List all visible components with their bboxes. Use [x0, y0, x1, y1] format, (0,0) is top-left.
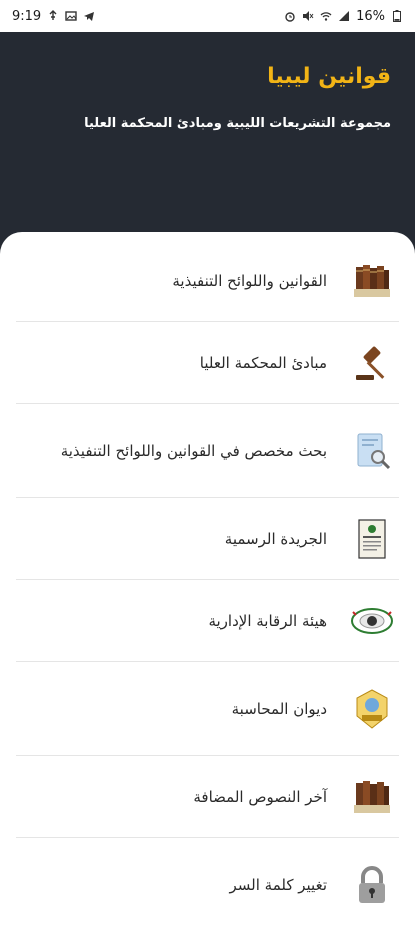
image-icon: [65, 10, 77, 22]
app-subtitle: مجموعة التشريعات الليبية ومبادئ المحكمة …: [84, 116, 391, 131]
alarm-icon: [284, 10, 296, 22]
document-search-icon: [349, 428, 395, 474]
menu-item-label: ديوان المحاسبة: [231, 699, 327, 718]
menu-item-laws[interactable]: القوانين واللوائح التنفيذية: [16, 240, 399, 322]
audit-bureau-emblem-icon: [349, 686, 395, 732]
menu-item-supreme-court[interactable]: مبادئ المحكمة العليا: [16, 322, 399, 404]
battery-icon: [391, 10, 403, 22]
administrative-control-emblem-icon: [349, 598, 395, 644]
menu-item-label: الجريدة الرسمية: [224, 529, 327, 548]
mute-icon: [302, 10, 314, 22]
recent-texts-books-icon: [349, 774, 395, 820]
menu-item-change-password[interactable]: تغيير كلمة السر: [16, 838, 399, 932]
menu-item-label: القوانين واللوائح التنفيذية: [172, 271, 327, 290]
menu-item-audit-bureau[interactable]: ديوان المحاسبة: [16, 662, 399, 756]
app-title: قوانين ليبيا: [267, 64, 391, 89]
menu-item-label: تغيير كلمة السر: [229, 876, 328, 894]
usb-icon: [47, 10, 59, 22]
telegram-icon: [83, 10, 95, 22]
signal-icon: [338, 10, 350, 22]
menu-item-custom-search[interactable]: بحث مخصص في القوانين واللوائح التنفيذية: [16, 404, 399, 498]
menu-card: القوانين واللوائح التنفيذية مبادئ المحكم…: [0, 232, 415, 932]
menu-item-label: بحث مخصص في القوانين واللوائح التنفيذية: [60, 441, 327, 460]
wifi-icon: [320, 10, 332, 22]
battery-percent: 16%: [356, 8, 385, 24]
menu-item-administrative-control[interactable]: هيئة الرقابة الإدارية: [16, 580, 399, 662]
law-books-icon: [349, 258, 395, 304]
app-header: قوانين ليبيا مجموعة التشريعات الليبية وم…: [0, 32, 415, 252]
menu-item-label: مبادئ المحكمة العليا: [199, 353, 327, 372]
padlock-icon: [349, 862, 395, 908]
gavel-icon: [349, 340, 395, 386]
status-bar-right: 16%: [284, 9, 403, 24]
gazette-icon: [349, 516, 395, 562]
menu-item-label: هيئة الرقابة الإدارية: [208, 611, 327, 630]
menu-list: القوانين واللوائح التنفيذية مبادئ المحكم…: [0, 232, 415, 932]
status-bar-left: 9:19: [12, 9, 95, 24]
menu-item-label: آخر النصوص المضافة: [193, 787, 327, 806]
menu-item-official-gazette[interactable]: الجريدة الرسمية: [16, 498, 399, 580]
menu-item-recent-texts[interactable]: آخر النصوص المضافة: [16, 756, 399, 838]
status-time: 9:19: [12, 8, 42, 24]
status-bar: 9:19 16%: [0, 0, 415, 32]
